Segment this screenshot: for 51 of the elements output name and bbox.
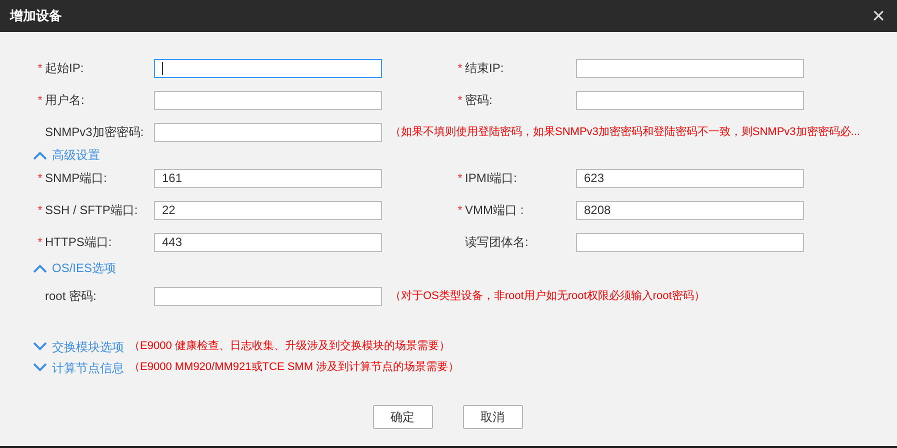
text-field[interactable]: 22	[154, 200, 382, 220]
required-asterisk: *	[38, 92, 42, 109]
field-value: 623	[584, 170, 604, 187]
text-field[interactable]	[154, 286, 382, 306]
field-label: HTTPS端口:	[45, 234, 112, 251]
hint-text: （E9000 MM920/MM921或TCE SMM 涉及到计算节点的场景需要）	[129, 360, 460, 376]
text-field[interactable]	[576, 232, 804, 252]
window-title: 增加设备	[10, 7, 62, 26]
close-button[interactable]: ×	[872, 5, 885, 27]
chevron-up-icon[interactable]	[33, 150, 47, 160]
required-asterisk: *	[38, 60, 42, 77]
text-field[interactable]	[576, 58, 804, 78]
field-label: 起始IP:	[45, 60, 84, 77]
text-field[interactable]	[154, 90, 382, 110]
hint-text: （对于OS类型设备，非root用户如无root权限必须输入root密码）	[390, 288, 705, 304]
field-label: SNMP端口:	[45, 170, 108, 187]
field-label: 结束IP:	[465, 60, 504, 77]
text-field[interactable]	[576, 90, 804, 110]
field-label: SSH / SFTP端口:	[45, 202, 138, 219]
cancel-button[interactable]: 取消	[462, 405, 522, 429]
field-label: VMM端口 :	[465, 202, 524, 219]
required-asterisk: *	[458, 202, 462, 219]
field-label: 读写团体名:	[465, 234, 528, 251]
ok-button[interactable]: 确定	[372, 405, 432, 429]
hint-text: （如果不填则使用登陆密码，如果SNMPv3加密密码和登陆密码不一致，则SNMPv3加密密码必...	[390, 124, 860, 140]
required-asterisk: *	[458, 170, 462, 187]
text-field[interactable]	[154, 122, 382, 142]
hint-text: （E9000 健康检查、日志收集、升级涉及到交换模块的场景需要）	[129, 338, 450, 354]
field-value: 161	[162, 170, 182, 187]
field-label: root 密码:	[45, 288, 96, 305]
required-asterisk: *	[38, 234, 42, 251]
text-field[interactable]: 443	[154, 232, 382, 252]
chevron-down-icon[interactable]	[33, 363, 47, 372]
required-asterisk: *	[458, 60, 462, 77]
chevron-up-icon[interactable]	[33, 264, 47, 272]
field-label: 密码:	[465, 92, 492, 109]
text-field[interactable]	[154, 58, 382, 78]
required-asterisk: *	[38, 170, 42, 187]
text-field[interactable]: 8208	[576, 200, 804, 220]
text-cursor	[162, 62, 163, 74]
field-label: SNMPv3加密密码:	[45, 124, 144, 141]
required-asterisk: *	[458, 92, 462, 109]
field-label: 用户名:	[45, 92, 84, 109]
field-value: 443	[162, 234, 182, 251]
field-value: 8208	[584, 202, 611, 219]
required-asterisk: *	[38, 202, 42, 219]
field-label: IPMI端口:	[465, 170, 518, 187]
text-field[interactable]: 161	[154, 168, 382, 188]
field-value: 22	[162, 202, 176, 219]
chevron-down-icon[interactable]	[33, 342, 47, 351]
text-field[interactable]: 623	[576, 168, 804, 188]
